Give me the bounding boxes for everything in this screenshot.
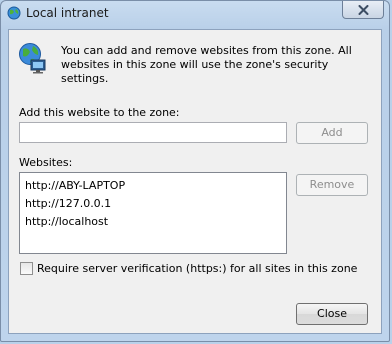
websites-label: Websites: — [19, 156, 73, 169]
title-bar[interactable]: Local intranet — [1, 1, 389, 27]
zone-description: You can add and remove websites from thi… — [61, 44, 352, 85]
add-button[interactable]: Add — [296, 122, 368, 144]
list-item[interactable]: http://localhost — [25, 214, 108, 230]
window-close-button[interactable] — [342, 1, 384, 19]
add-website-label: Add this website to the zone: — [19, 106, 180, 119]
websites-list[interactable]: http://ABY-LAPTOP http://127.0.0.1 http:… — [19, 172, 287, 254]
close-icon — [358, 5, 369, 15]
remove-button[interactable]: Remove — [296, 174, 368, 196]
intranet-globe-icon — [18, 42, 46, 74]
window-title: Local intranet — [26, 6, 109, 20]
list-item[interactable]: http://127.0.0.1 — [25, 196, 111, 212]
close-button[interactable]: Close — [296, 303, 368, 325]
globe-icon — [7, 6, 21, 20]
require-verification-checkbox[interactable] — [20, 262, 33, 275]
list-item[interactable]: http://ABY-LAPTOP — [25, 178, 125, 194]
add-website-input[interactable] — [19, 122, 287, 143]
require-verification-label[interactable]: Require server verification (https:) for… — [37, 262, 357, 275]
dialog-content: You can add and remove websites from thi… — [8, 29, 382, 334]
dialog-window: Local intranet You can add and remove we… — [0, 0, 390, 342]
